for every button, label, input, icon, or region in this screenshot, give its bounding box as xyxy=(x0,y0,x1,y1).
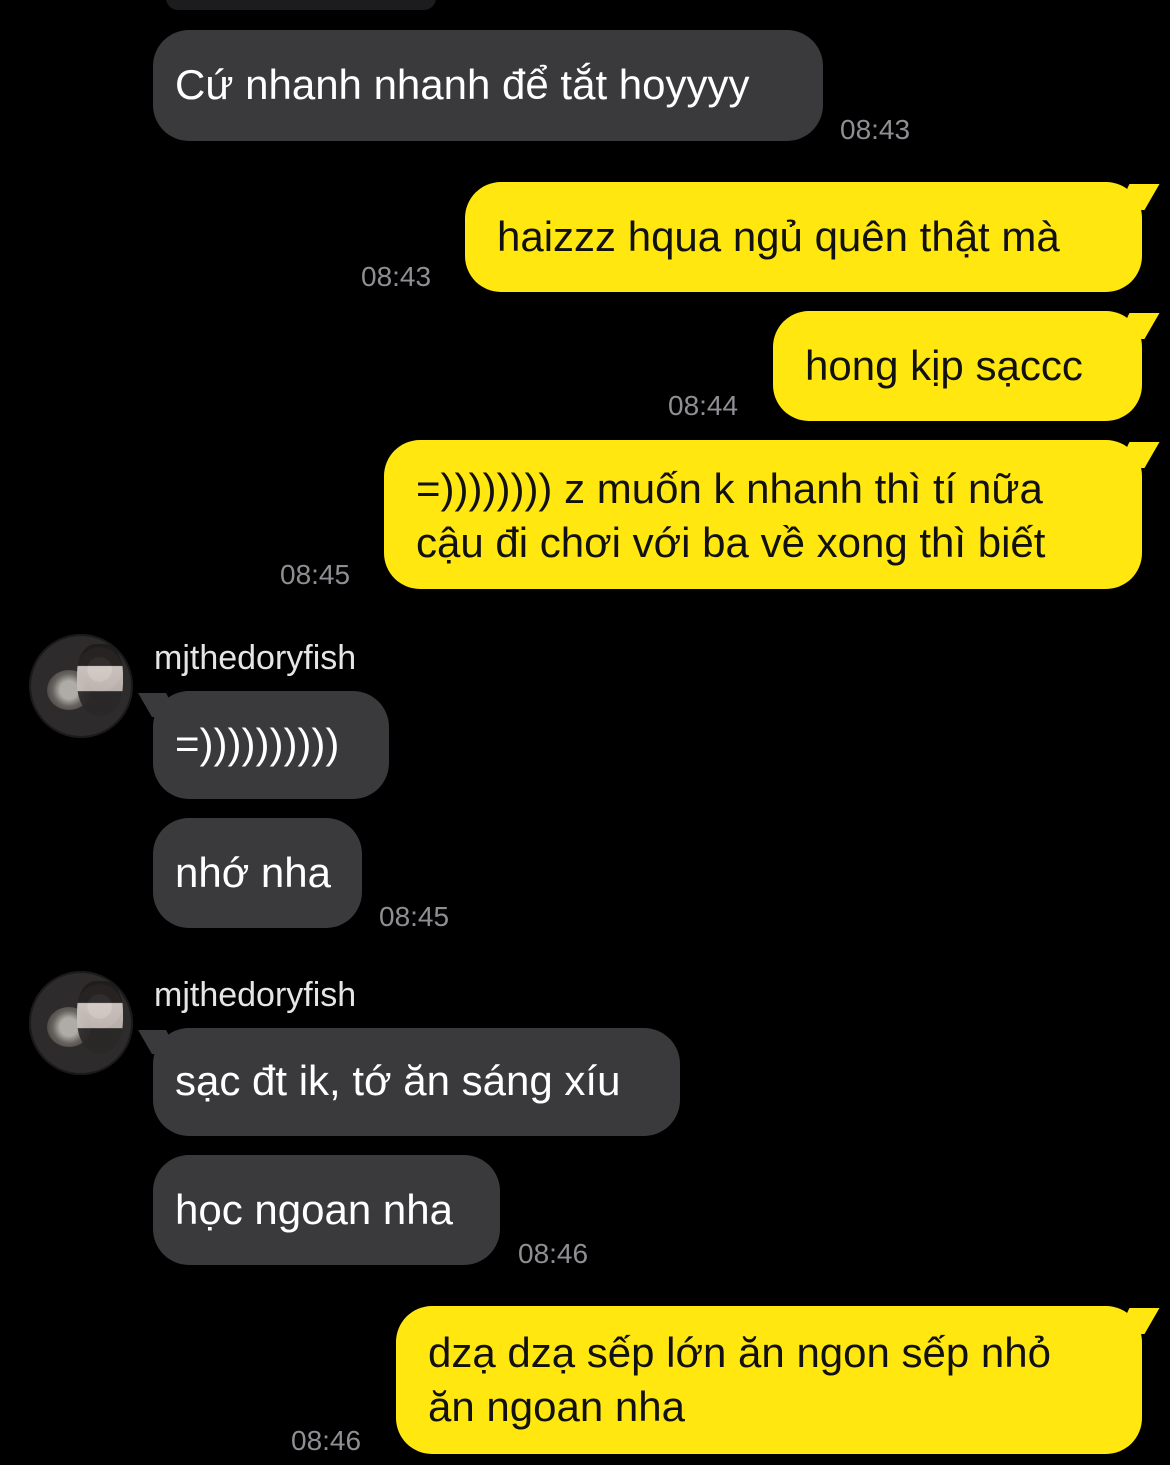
outgoing-message-bubble[interactable]: hong kịp sạccc xyxy=(773,311,1160,421)
message-text: nhớ nha xyxy=(175,849,332,896)
message-text-line: cậu đi chơi với ba về xong thì biết xyxy=(416,519,1046,566)
outgoing-message-bubble[interactable]: haizzz hqua ngủ quên thật mà xyxy=(465,182,1160,292)
incoming-message-bubble[interactable]: Cứ nhanh nhanh để tắt hoyyyy xyxy=(153,30,823,141)
message-text: Cứ nhanh nhanh để tắt hoyyyy xyxy=(175,61,750,108)
message-text-line: =)))))))) z muốn k nhanh thì tí nữa xyxy=(416,465,1043,512)
message-timestamp: 08:45 xyxy=(280,559,351,590)
bubble-tail xyxy=(1114,313,1160,339)
bubble-tail xyxy=(1114,442,1160,468)
message-text-line: dzạ dzạ sếp lớn ăn ngon sếp nhỏ xyxy=(428,1329,1052,1376)
message-timestamp: 08:43 xyxy=(361,261,432,292)
incoming-message-bubble[interactable]: sạc đt ik, tớ ăn sáng xíu xyxy=(138,1028,680,1136)
sender-name: mjthedoryfish xyxy=(154,976,357,1014)
outgoing-message-bubble[interactable]: =)))))))) z muốn k nhanh thì tí nữa cậu … xyxy=(384,440,1160,589)
message-timestamp: 08:46 xyxy=(291,1425,362,1456)
message-text-line: ăn ngoan nha xyxy=(428,1383,685,1430)
incoming-message-bubble[interactable]: học ngoan nha xyxy=(153,1155,500,1265)
message-text: học ngoan nha xyxy=(175,1186,453,1233)
bubble-tail xyxy=(138,693,180,717)
outgoing-message-bubble[interactable]: dzạ dzạ sếp lớn ăn ngon sếp nhỏ ăn ngoan… xyxy=(396,1306,1160,1454)
incoming-message-bubble[interactable]: =)))))))))) xyxy=(138,691,389,799)
message-text: haizzz hqua ngủ quên thật mà xyxy=(497,213,1060,260)
incoming-message-bubble[interactable]: nhớ nha xyxy=(153,818,362,928)
message-timestamp: 08:43 xyxy=(840,114,911,145)
previous-message-bubble[interactable] xyxy=(166,0,436,10)
sender-name: mjthedoryfish xyxy=(154,639,357,677)
message-timestamp: 08:44 xyxy=(668,390,739,421)
contact-avatar[interactable] xyxy=(29,971,133,1075)
message-text: hong kịp sạccc xyxy=(805,342,1083,389)
message-text: sạc đt ik, tớ ăn sáng xíu xyxy=(175,1057,621,1104)
contact-avatar[interactable] xyxy=(29,634,133,738)
bubble-tail xyxy=(1114,1308,1160,1334)
message-timestamp: 08:45 xyxy=(379,901,450,932)
message-text: =)))))))))) xyxy=(175,720,340,767)
chat-thread[interactable]: Cứ nhanh nhanh để tắt hoyyyy 08:43 haizz… xyxy=(0,0,1170,1465)
message-timestamp: 08:46 xyxy=(518,1238,589,1269)
bubble-tail xyxy=(1114,184,1160,210)
bubble-tail xyxy=(138,1030,180,1054)
